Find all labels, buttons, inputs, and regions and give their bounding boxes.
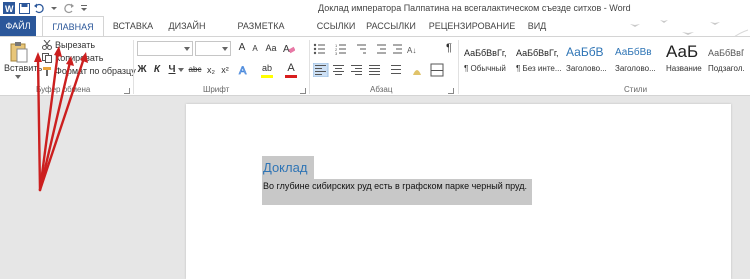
style-no-spacing[interactable]: АаБбВвГг, ¶ Без инте... (516, 42, 572, 80)
superscript-button[interactable]: x² (219, 63, 231, 77)
cut-button[interactable]: Вырезать (55, 40, 95, 50)
style-title[interactable]: АаБ Название (666, 42, 708, 80)
change-case-button[interactable]: Aa (264, 41, 278, 55)
font-size-combo[interactable] (195, 41, 231, 56)
bold-button[interactable]: Ж (137, 63, 147, 77)
svg-text:W: W (5, 4, 14, 14)
group-divider (133, 40, 134, 94)
style-heading-1[interactable]: АаБбВ Заголово... (566, 42, 622, 80)
chevron-down-icon (184, 47, 190, 51)
document-workspace: Доклад Во глубине сибирских руд есть в г… (0, 97, 750, 279)
document-heading[interactable]: Доклад (262, 156, 314, 179)
style-preview: АаБбВвГг, (516, 48, 559, 58)
quick-access-toolbar: W (3, 2, 90, 14)
tab-mailings[interactable]: РАССЫЛКИ (362, 16, 420, 36)
underline-dropdown-icon[interactable] (178, 68, 184, 72)
font-group-label: Шрифт (203, 85, 230, 94)
shrink-font-button[interactable]: A (250, 42, 260, 56)
document-body-text[interactable]: Во глубине сибирских руд есть в графском… (262, 179, 532, 205)
chevron-down-icon (222, 47, 228, 51)
style-name: ¶ Обычный (464, 64, 506, 73)
grow-font-button[interactable]: A (236, 41, 248, 55)
list-buttons-icon[interactable]: 123 A↓ (313, 42, 433, 56)
style-heading-2[interactable]: АаБбВв Заголово... (615, 42, 671, 80)
style-name: Заголово... (566, 64, 607, 73)
style-preview: АаБ (666, 42, 699, 61)
undo-icon[interactable] (33, 2, 45, 14)
paragraph-group-label: Абзац (370, 85, 393, 94)
style-preview: АаБбВ (566, 45, 604, 59)
highlight-color-swatch (261, 75, 273, 78)
underline-button[interactable]: Ч (167, 63, 177, 77)
tab-design[interactable]: ДИЗАЙН (164, 16, 210, 36)
alignment-buttons-icon[interactable] (313, 63, 448, 77)
clipboard-launcher-icon[interactable] (124, 88, 130, 94)
font-launcher-icon[interactable] (300, 88, 306, 94)
format-painter-button[interactable]: Формат по образцу (55, 66, 136, 76)
title-bar: W Доклад императора Палпатина на всегала… (0, 0, 750, 16)
group-divider (458, 40, 459, 94)
tab-view[interactable]: ВИД (524, 16, 550, 36)
styles-group-label: Стили (624, 85, 648, 94)
style-name: Заголово... (615, 64, 656, 73)
tab-insert[interactable]: ВСТАВКА (106, 16, 160, 36)
customize-qat-icon[interactable] (78, 2, 90, 14)
text-effects-icon[interactable]: A (238, 63, 250, 77)
copy-icon (42, 53, 52, 63)
format-painter-icon (43, 67, 51, 76)
paragraph-launcher-icon[interactable] (448, 88, 454, 94)
svg-text:A: A (239, 65, 247, 77)
scissors-icon (42, 40, 52, 50)
svg-text:A↓: A↓ (407, 46, 416, 55)
style-normal[interactable]: АаБбВвГг, ¶ Обычный (464, 42, 520, 80)
window-title: Доклад императора Палпатина на всегалакт… (318, 3, 631, 13)
style-name: Подзагол... (708, 64, 744, 73)
svg-text:A: A (283, 44, 290, 54)
font-color-button[interactable]: A (285, 61, 297, 75)
svg-text:3: 3 (335, 51, 338, 56)
undo-dropdown-icon[interactable] (48, 2, 60, 14)
tab-page-layout[interactable]: РАЗМЕТКА СТРАНИЦЫ (212, 16, 310, 51)
highlight-button[interactable]: ab (261, 61, 273, 75)
subscript-button[interactable]: x₂ (205, 63, 217, 77)
style-name: ¶ Без инте... (516, 64, 562, 73)
document-page[interactable]: Доклад Во глубине сибирских руд есть в г… (186, 104, 731, 279)
strikethrough-button[interactable]: abc (187, 63, 203, 77)
clipboard-group-label: Буфер обмена (36, 85, 91, 94)
style-preview: АаБбВвГ (708, 48, 744, 58)
save-icon[interactable] (18, 2, 30, 14)
clear-formatting-icon[interactable]: A (283, 42, 295, 54)
word-logo-icon: W (3, 2, 15, 14)
style-preview: АаБбВв (615, 47, 652, 58)
group-divider (309, 40, 310, 94)
tab-home[interactable]: ГЛАВНАЯ (42, 16, 104, 37)
style-subtitle[interactable]: АаБбВвГ Подзагол... (708, 42, 744, 80)
style-preview: АаБбВвГг, (464, 48, 507, 58)
tab-file[interactable]: ФАЙЛ (0, 16, 36, 36)
ribbon-home: Вставить Вырезать Копировать Формат по о… (0, 36, 750, 96)
paste-dropdown-icon[interactable] (15, 75, 21, 79)
paste-icon[interactable] (10, 41, 28, 63)
show-marks-button[interactable]: ¶ (444, 41, 454, 55)
tab-references[interactable]: ССЫЛКИ (312, 16, 360, 36)
font-color-swatch (285, 75, 297, 78)
tab-review[interactable]: РЕЦЕНЗИРОВАНИЕ (424, 16, 520, 36)
style-name: Название (666, 64, 702, 73)
redo-icon[interactable] (63, 2, 75, 14)
italic-button[interactable]: К (152, 63, 162, 77)
copy-button[interactable]: Копировать (55, 53, 103, 63)
font-name-combo[interactable] (137, 41, 193, 56)
paste-button[interactable]: Вставить (4, 63, 42, 73)
ribbon-tabs: ФАЙЛ ГЛАВНАЯ ВСТАВКА ДИЗАЙН РАЗМЕТКА СТР… (0, 16, 750, 52)
